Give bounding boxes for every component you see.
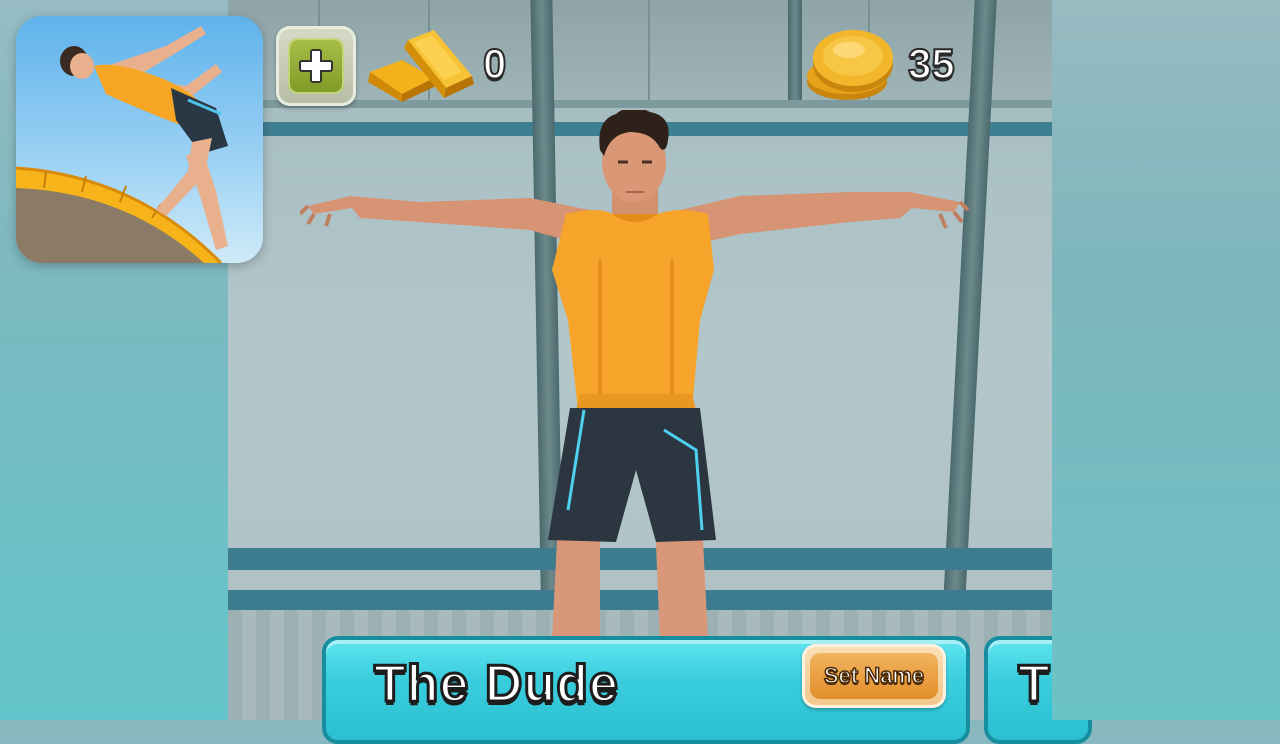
add-gold-button[interactable] bbox=[276, 26, 356, 106]
character-model[interactable] bbox=[300, 110, 970, 640]
next-character-initial: T bbox=[1017, 654, 1052, 715]
gold-bar-count: 0 bbox=[482, 39, 507, 88]
pillar bbox=[788, 0, 802, 100]
character-name: The Dude bbox=[373, 654, 620, 715]
gold-bar-icon bbox=[368, 30, 474, 102]
character-name-panel: The Dude Set Name bbox=[322, 636, 970, 744]
coin-stack-icon bbox=[807, 30, 893, 100]
app-icon bbox=[16, 16, 263, 263]
background-right-overlay bbox=[1052, 0, 1280, 720]
app-icon-art bbox=[16, 26, 228, 263]
set-name-label: Set Name bbox=[810, 653, 938, 699]
plus-icon bbox=[288, 38, 344, 94]
coin-count: 35 bbox=[907, 39, 956, 88]
set-name-button[interactable]: Set Name bbox=[802, 644, 946, 708]
